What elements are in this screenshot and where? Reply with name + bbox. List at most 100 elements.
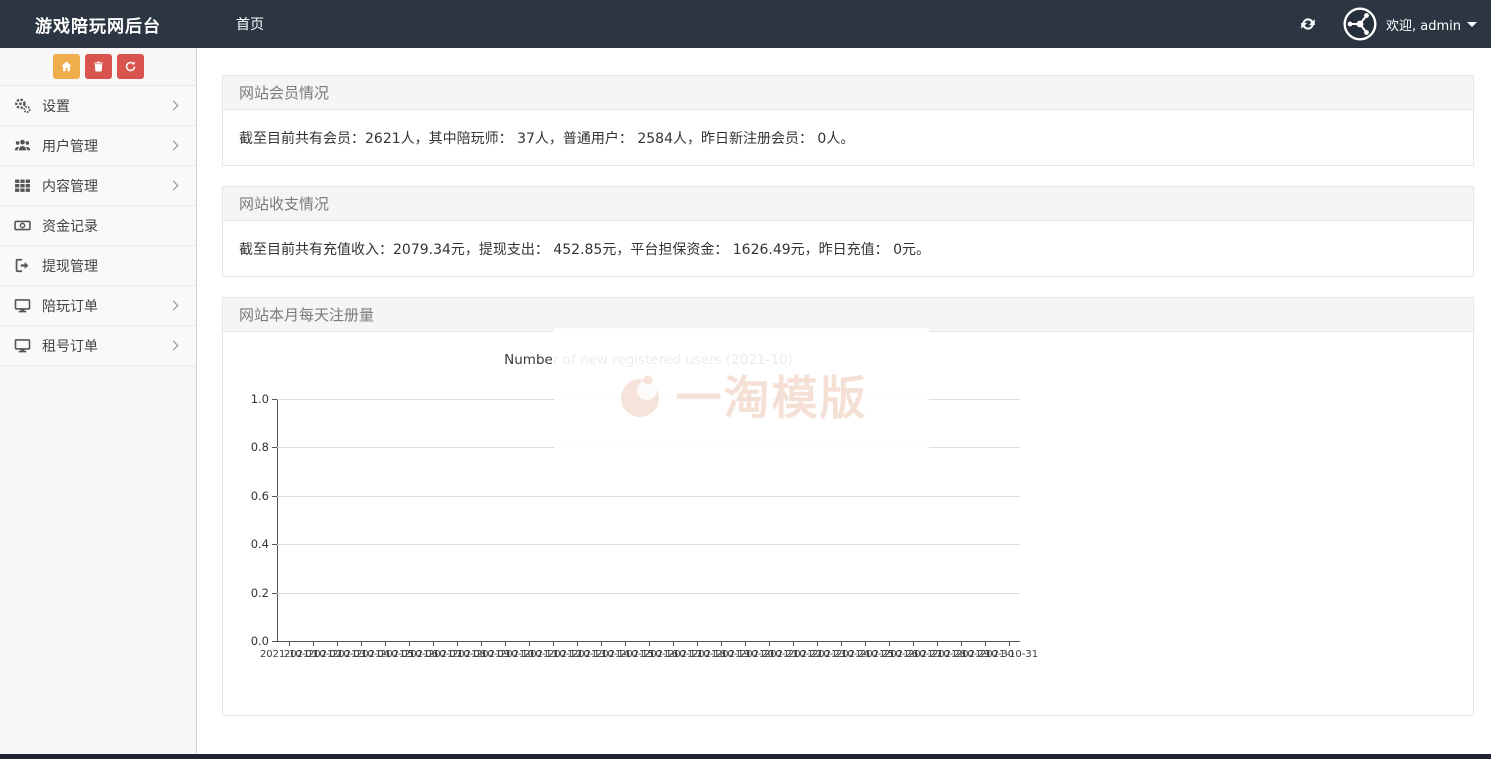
watermark-logo-icon xyxy=(616,371,668,419)
xtick-mark xyxy=(553,642,554,646)
chevron-right-icon xyxy=(169,101,179,111)
sidebar-item-settings[interactable]: 设置 xyxy=(0,86,196,126)
ytick-label: 0.6 xyxy=(223,489,269,503)
panel-registrations-chart: 网站本月每天注册量 Number of new registered users… xyxy=(222,297,1474,716)
ytick-label: 0.2 xyxy=(223,586,269,600)
sidebar-item-content-management[interactable]: 内容管理 xyxy=(0,166,196,206)
xtick-mark xyxy=(985,642,986,646)
panel-members-title: 网站会员情况 xyxy=(223,76,1473,110)
panel-registrations-title: 网站本月每天注册量 xyxy=(223,298,1473,332)
clear-trash-button[interactable] xyxy=(85,54,112,79)
sidebar-item-label: 提现管理 xyxy=(42,256,98,276)
sidebar-item-label: 陪玩订单 xyxy=(42,296,98,316)
xtick-label: 2021-10-31 xyxy=(980,649,1038,660)
sidebar-item-user-management[interactable]: 用户管理 xyxy=(0,126,196,166)
watermark-overlay: 一淘模版 xyxy=(554,328,929,476)
ytick-mark xyxy=(272,399,277,400)
home-button[interactable] xyxy=(53,54,80,79)
home-icon xyxy=(60,60,73,73)
ytick-mark xyxy=(272,544,277,545)
sidebar-item-companion-orders[interactable]: 陪玩订单 xyxy=(0,286,196,326)
sidebar-item-label: 用户管理 xyxy=(42,136,98,156)
money-icon xyxy=(14,217,31,234)
panel-members-body: 截至目前共有会员：2621人，其中陪玩师： 37人，普通用户： 2584人，昨日… xyxy=(223,110,1473,165)
sidebar-toolbar xyxy=(0,48,196,86)
ytick-label: 0.0 xyxy=(223,634,269,648)
page: 游戏陪玩网后台 首页 欢迎, admin xyxy=(0,0,1491,759)
gears-icon xyxy=(14,97,31,114)
xtick-mark xyxy=(601,642,602,646)
xtick-mark xyxy=(385,642,386,646)
ytick-mark xyxy=(272,641,277,642)
trash-icon xyxy=(92,60,105,73)
refresh-cache-button[interactable] xyxy=(117,54,144,79)
xtick-mark xyxy=(625,642,626,646)
ytick-label: 0.8 xyxy=(223,440,269,454)
grid-icon xyxy=(14,177,31,194)
sidebar-item-label: 内容管理 xyxy=(42,176,98,196)
watermark-text: 一淘模版 xyxy=(676,362,868,428)
y-axis-line xyxy=(277,399,278,641)
welcome-text: 欢迎, admin xyxy=(1386,15,1461,34)
xtick-mark xyxy=(433,642,434,646)
chevron-right-icon xyxy=(169,301,179,311)
xtick-mark xyxy=(865,642,866,646)
main-content: 网站会员情况 截至目前共有会员：2621人，其中陪玩师： 37人，普通用户： 2… xyxy=(222,48,1474,736)
users-icon xyxy=(14,137,31,154)
panel-members: 网站会员情况 截至目前共有会员：2621人，其中陪玩师： 37人，普通用户： 2… xyxy=(222,75,1474,166)
top-navbar: 游戏陪玩网后台 首页 欢迎, admin xyxy=(0,0,1491,48)
avatar[interactable] xyxy=(1343,7,1377,41)
signout-icon xyxy=(14,257,31,274)
xtick-mark xyxy=(937,642,938,646)
xtick-mark xyxy=(289,642,290,646)
caret-down-icon xyxy=(1467,22,1477,27)
sidebar-item-label: 租号订单 xyxy=(42,336,98,356)
sidebar-menu: 设置 用户管理 xyxy=(0,86,196,366)
xtick-mark xyxy=(1009,642,1010,646)
sidebar-item-label: 设置 xyxy=(42,96,70,116)
xtick-mark xyxy=(361,642,362,646)
gridline xyxy=(277,593,1020,594)
xtick-mark xyxy=(817,642,818,646)
xtick-mark xyxy=(481,642,482,646)
sidebar-item-rental-orders[interactable]: 租号订单 xyxy=(0,326,196,366)
ytick-label: 0.4 xyxy=(223,537,269,551)
xtick-mark xyxy=(577,642,578,646)
xtick-mark xyxy=(721,642,722,646)
xtick-mark xyxy=(841,642,842,646)
chevron-right-icon xyxy=(169,341,179,351)
footer-bar xyxy=(0,754,1491,759)
sidebar-item-label: 资金记录 xyxy=(42,216,98,236)
ytick-mark xyxy=(272,447,277,448)
xtick-mark xyxy=(769,642,770,646)
panel-finance: 网站收支情况 截至目前共有充值收入：2079.34元，提现支出： 452.85元… xyxy=(222,186,1474,277)
chevron-right-icon xyxy=(169,181,179,191)
sidebar-item-withdrawal-management[interactable]: 提现管理 xyxy=(0,246,196,286)
xtick-mark xyxy=(649,642,650,646)
gridline xyxy=(277,544,1020,545)
monitor-icon xyxy=(14,337,31,354)
sidebar: 设置 用户管理 xyxy=(0,48,197,754)
refresh-icon[interactable] xyxy=(1299,15,1317,33)
user-menu[interactable]: 欢迎, admin xyxy=(1386,15,1477,34)
navbar-right: 欢迎, admin xyxy=(1299,7,1491,41)
xtick-mark xyxy=(673,642,674,646)
xtick-mark xyxy=(961,642,962,646)
refresh-icon xyxy=(124,60,137,73)
xtick-mark xyxy=(793,642,794,646)
app-title: 游戏陪玩网后台 xyxy=(0,12,197,37)
panel-finance-body: 截至目前共有充值收入：2079.34元，提现支出： 452.85元，平台担保资金… xyxy=(223,221,1473,276)
xtick-mark xyxy=(697,642,698,646)
ytick-label: 1.0 xyxy=(223,392,269,406)
nav-item-home[interactable]: 首页 xyxy=(236,14,264,34)
xtick-mark xyxy=(505,642,506,646)
gridline xyxy=(277,496,1020,497)
xtick-mark xyxy=(409,642,410,646)
xtick-mark xyxy=(889,642,890,646)
panel-finance-title: 网站收支情况 xyxy=(223,187,1473,221)
chevron-right-icon xyxy=(169,141,179,151)
sidebar-item-fund-records[interactable]: 资金记录 xyxy=(0,206,196,246)
xtick-mark xyxy=(337,642,338,646)
monitor-icon xyxy=(14,297,31,314)
ytick-mark xyxy=(272,496,277,497)
